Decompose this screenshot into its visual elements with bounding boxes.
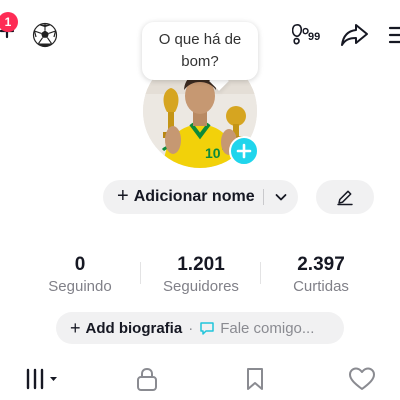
add-bio-label: Add biografia — [85, 319, 183, 337]
edit-profile-button[interactable] — [316, 180, 374, 214]
menu-icon[interactable] — [388, 24, 400, 46]
pencil-icon — [337, 190, 353, 206]
chevron-down-icon[interactable] — [273, 189, 289, 205]
message-label: Fale comigo... — [220, 319, 315, 337]
stat-following[interactable]: 0 Seguindo — [25, 254, 135, 295]
stat-followers[interactable]: 1.201 Seguidores — [146, 254, 256, 295]
add-bio-button[interactable]: + Add biografia · Fale comigo... — [56, 312, 344, 344]
stat-divider — [260, 262, 261, 284]
bubble-text-line2: bom? — [181, 53, 219, 70]
chat-bubble-icon — [199, 320, 215, 336]
add-name-button[interactable]: + Adicionar nome — [103, 180, 298, 214]
soccer-ball-icon[interactable] — [32, 22, 58, 48]
stat-likes[interactable]: 2.397 Curtidas — [266, 254, 376, 295]
plus-icon: + — [70, 317, 81, 338]
share-icon[interactable] — [340, 22, 370, 48]
plus-icon: + — [117, 184, 129, 207]
bookmark-icon[interactable] — [242, 366, 268, 392]
following-label: Seguindo — [48, 278, 112, 295]
footprints-icon[interactable]: 99 — [292, 22, 330, 48]
followers-count: 1.201 — [177, 254, 225, 275]
divider — [263, 189, 264, 205]
status-bubble[interactable]: O que há de bom? — [142, 22, 258, 80]
svg-text:10: 10 — [205, 145, 221, 161]
heart-icon[interactable] — [348, 366, 376, 392]
videos-grid-icon[interactable] — [24, 366, 62, 392]
bubble-text-line1: O que há de — [158, 31, 242, 48]
stat-divider — [140, 262, 141, 284]
visitors-count: 99 — [308, 31, 321, 43]
separator-dot: · — [188, 319, 194, 337]
followers-label: Seguidores — [163, 278, 239, 295]
following-count: 0 — [74, 254, 86, 275]
likes-count: 2.397 — [297, 254, 345, 275]
add-name-label: Adicionar nome — [133, 188, 255, 205]
lock-icon[interactable] — [134, 366, 160, 392]
add-avatar-button[interactable] — [229, 136, 259, 166]
likes-label: Curtidas — [293, 278, 349, 295]
